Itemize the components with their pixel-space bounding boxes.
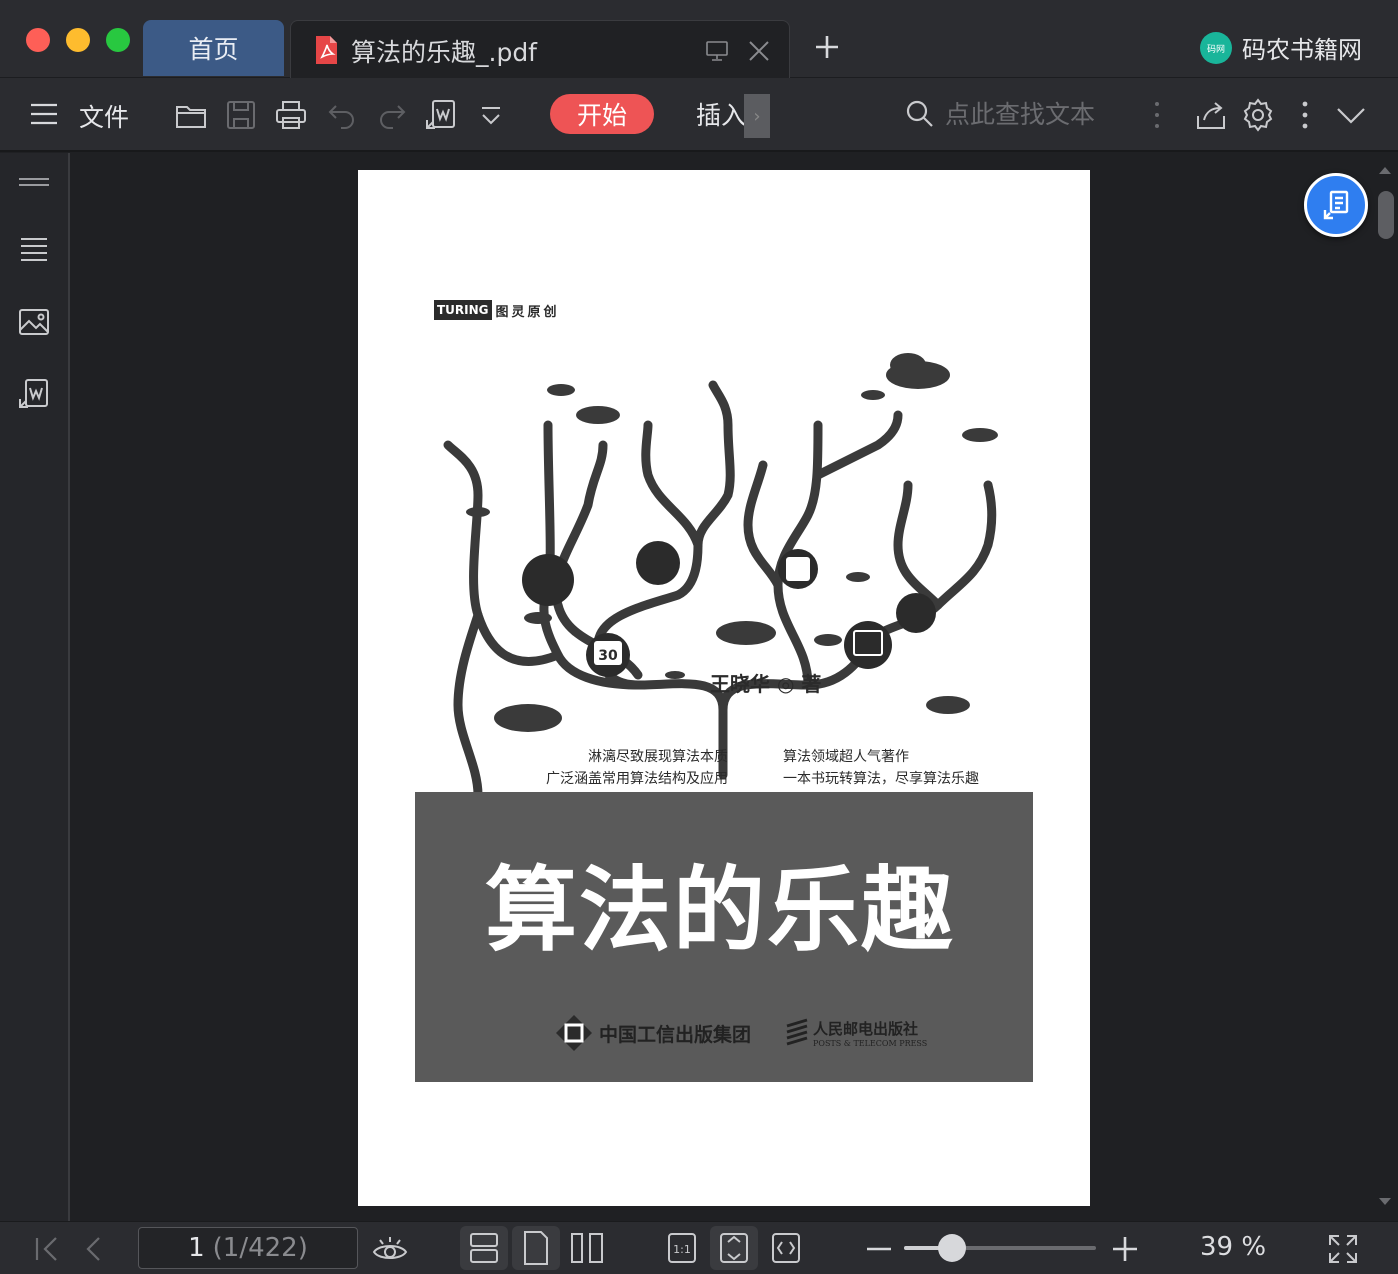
publisher-one-label: 中国工信出版集团 <box>599 1023 752 1046</box>
tree-illustration: 30 <box>443 353 998 795</box>
single-page-icon <box>524 1231 548 1265</box>
tab-document[interactable]: 算法的乐趣_.pdf <box>290 20 790 78</box>
current-page: 1 <box>188 1233 205 1263</box>
page-number-input[interactable]: 1 (1/422) <box>138 1227 358 1269</box>
close-window-button[interactable] <box>26 28 50 52</box>
zoom-in-icon[interactable] <box>1108 1232 1142 1266</box>
settings-gear-icon[interactable] <box>1241 98 1275 132</box>
tagline-left-1: 淋漓尽致展现算法本质 <box>588 749 728 765</box>
pdf-icon <box>313 35 339 65</box>
tab-home-label: 首页 <box>188 35 239 64</box>
continuous-scroll-button[interactable] <box>460 1226 508 1270</box>
svg-text:码网: 码网 <box>1207 44 1225 55</box>
more-options-icon[interactable] <box>1288 98 1322 132</box>
share-icon[interactable] <box>1194 98 1228 132</box>
fit-width-button[interactable] <box>762 1226 810 1270</box>
save-icon[interactable] <box>224 98 258 132</box>
title-bar: 首页 算法的乐趣_.pdf 码网 码农书籍网 <box>0 0 1398 78</box>
actual-size-button[interactable]: 1:1 <box>658 1226 706 1270</box>
first-page-icon[interactable] <box>30 1232 64 1266</box>
calendar-badge-number: 30 <box>598 648 618 664</box>
collapse-chevron-icon[interactable] <box>1334 98 1368 132</box>
book-title: 算法的乐趣 <box>485 856 956 964</box>
brand-logo-icon: 码网 <box>1200 31 1232 64</box>
tab-home[interactable]: 首页 <box>143 20 284 76</box>
publisher-one: 中国工信出版集团 <box>555 1014 751 1052</box>
tagline-right-1: 算法领域超人气著作 <box>783 749 909 765</box>
zoom-out-icon[interactable] <box>862 1232 896 1266</box>
close-tab-icon[interactable] <box>747 39 771 63</box>
sidebar-collapse-icon[interactable] <box>17 167 51 201</box>
tab-scroll-right-button[interactable]: › <box>744 94 770 138</box>
two-page-button[interactable] <box>563 1226 611 1270</box>
brand[interactable]: 码网 码农书籍网 <box>1200 30 1362 65</box>
tagline-left-2: 广泛涵盖常用算法结构及应用 <box>546 771 728 787</box>
brand-label: 码农书籍网 <box>1242 36 1362 64</box>
toolbar: 文件 开始 插入 › <box>0 78 1398 152</box>
previous-page-icon[interactable] <box>78 1232 112 1266</box>
series-label: 图灵原创 <box>495 304 560 320</box>
dropdown-chevron-icon[interactable] <box>476 98 510 132</box>
scroll-down-arrow-icon[interactable] <box>1378 1197 1392 1207</box>
left-sidebar <box>0 153 70 1221</box>
page-count: (1/422) <box>212 1233 308 1263</box>
publisher-two-logo-icon <box>786 1018 808 1046</box>
eye-protection-icon[interactable] <box>372 1232 408 1266</box>
convert-to-word-icon[interactable] <box>424 98 458 132</box>
document-viewer[interactable]: TURING 图灵原创 30 王晓华 ◎ 著 淋漓尽致展现算法本质 广泛涵盖常用… <box>72 153 1398 1221</box>
insert-tab[interactable]: 插入 <box>696 96 746 132</box>
publisher-two-english: POSTS & TELECOM PRESS <box>813 1039 928 1048</box>
search-input[interactable] <box>945 99 1125 129</box>
zoom-percentage[interactable]: 39 % <box>1200 1232 1266 1262</box>
minimize-window-button[interactable] <box>66 28 90 52</box>
redo-icon[interactable] <box>374 98 408 132</box>
two-page-icon <box>571 1233 603 1263</box>
sidebar-convert-icon[interactable] <box>17 377 51 411</box>
series-header: TURING 图灵原创 <box>434 300 560 320</box>
single-page-button[interactable] <box>512 1226 560 1270</box>
pdf-page: TURING 图灵原创 30 王晓华 ◎ 著 淋漓尽致展现算法本质 广泛涵盖常用… <box>358 170 1090 1206</box>
title-band: 算法的乐趣 中国工信出版集团 人民邮电出版社 POSTS & TELECOM P… <box>415 792 1033 1082</box>
scroll-up-arrow-icon[interactable] <box>1378 165 1392 175</box>
thumbnails-image-icon[interactable] <box>17 305 51 339</box>
turing-logo: TURING <box>434 300 492 320</box>
print-icon[interactable] <box>274 98 308 132</box>
zoom-slider-thumb[interactable] <box>938 1234 966 1262</box>
start-tab-button[interactable]: 开始 <box>550 94 654 134</box>
tagline-right-2: 一本书玩转算法，尽享算法乐趣 <box>783 771 979 787</box>
author-label: 王晓华 ◎ 著 <box>710 672 822 696</box>
search-icon <box>905 99 935 129</box>
status-bar: 1 (1/422) 1:1 39 % <box>0 1221 1398 1274</box>
fit-width-icon <box>772 1233 800 1263</box>
file-menu[interactable]: 文件 <box>79 98 129 134</box>
search-box[interactable] <box>905 94 1125 134</box>
more-vertical-icon[interactable] <box>1140 98 1174 132</box>
fit-page-button[interactable] <box>710 1226 758 1270</box>
floating-convert-button[interactable] <box>1304 173 1368 237</box>
continuous-scroll-icon <box>470 1233 498 1263</box>
tab-document-label: 算法的乐趣_.pdf <box>351 38 537 67</box>
floating-convert-icon <box>1323 190 1349 220</box>
open-folder-icon[interactable] <box>174 98 208 132</box>
undo-icon[interactable] <box>326 98 360 132</box>
publisher-one-logo-icon <box>556 1015 592 1051</box>
tagline-right: 算法领域超人气著作 一本书玩转算法，尽享算法乐趣 <box>783 746 979 790</box>
hamburger-menu-icon[interactable] <box>28 98 62 132</box>
fit-page-icon <box>720 1233 748 1263</box>
publisher-two: 人民邮电出版社 POSTS & TELECOM PRESS <box>785 1018 927 1048</box>
actual-size-icon: 1:1 <box>668 1233 696 1263</box>
tagline-left: 淋漓尽致展现算法本质 广泛涵盖常用算法结构及应用 <box>528 746 728 790</box>
vertical-scrollbar[interactable] <box>1378 191 1394 239</box>
svg-text:1:1: 1:1 <box>673 1243 691 1256</box>
publisher-two-label: 人民邮电出版社 <box>813 1020 919 1038</box>
zoom-window-button[interactable] <box>106 28 130 52</box>
new-tab-button[interactable] <box>814 34 840 60</box>
outline-list-icon[interactable] <box>17 233 51 267</box>
monitor-icon[interactable] <box>705 39 729 63</box>
fullscreen-icon[interactable] <box>1326 1232 1360 1266</box>
